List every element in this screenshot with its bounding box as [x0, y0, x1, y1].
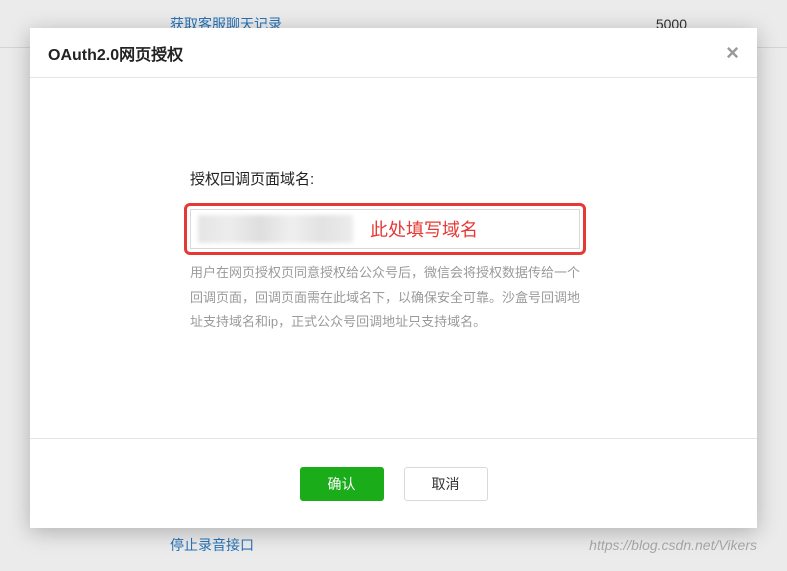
input-wrapper: 此处填写域名: [190, 209, 607, 249]
modal-header: OAuth2.0网页授权 ×: [30, 28, 757, 78]
modal-body: 授权回调页面域名: 此处填写域名 用户在网页授权页同意授权给公众号后，微信会将授…: [30, 78, 757, 438]
modal-footer: 确认 取消: [30, 438, 757, 528]
oauth-modal: OAuth2.0网页授权 × 授权回调页面域名: 此处填写域名 用户在网页授权页…: [30, 28, 757, 528]
field-label: 授权回调页面域名:: [190, 168, 607, 189]
domain-input[interactable]: [190, 209, 580, 249]
modal-title: OAuth2.0网页授权: [48, 41, 183, 65]
help-text: 用户在网页授权页同意授权给公众号后，微信会将授权数据传给一个回调页面，回调页面需…: [190, 261, 590, 335]
cancel-button[interactable]: 取消: [404, 467, 488, 501]
confirm-button[interactable]: 确认: [300, 467, 384, 501]
close-icon[interactable]: ×: [726, 42, 739, 64]
